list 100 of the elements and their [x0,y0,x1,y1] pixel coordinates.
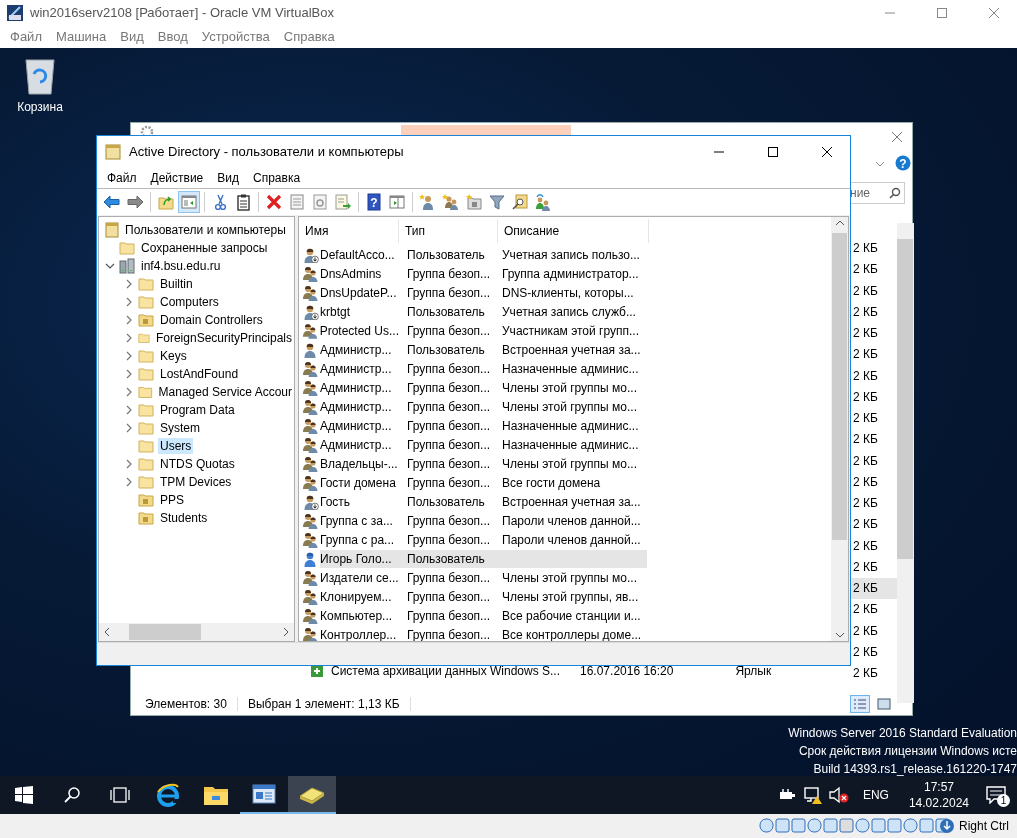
file-size-cell-text: 2 КБ [852,282,879,300]
chevron-right-icon[interactable] [124,477,134,487]
file-size-cell-text: 2 КБ [852,473,879,491]
chevron-right-icon[interactable] [124,369,134,379]
name-cell[interactable]: Группа с ра... [320,531,399,550]
name-cell[interactable]: Компьютер... [320,607,399,626]
large-icons-view-button[interactable] [874,695,894,713]
folder-icon [138,331,150,345]
name-cell[interactable]: Гости домена [320,474,399,493]
name-cell[interactable]: Администр... [320,397,399,416]
tree-button[interactable] [178,191,200,213]
chevron-down-icon[interactable] [105,261,115,271]
tree-item[interactable]: System [158,420,202,436]
column-header[interactable]: Описание [498,219,649,243]
tree-item[interactable]: Сохраненные запросы [139,240,270,256]
menu-item[interactable]: Машина [49,29,115,44]
menu-item[interactable]: Действие [144,170,212,185]
description-cell-text: Группа администратор... [501,265,640,283]
export-button[interactable] [332,191,354,213]
chevron-down-icon[interactable] [875,160,885,168]
network-warning-icon[interactable] [802,786,823,804]
scrollbar[interactable] [831,217,848,641]
description-cell-text: Члены этой группы мо... [501,570,638,588]
search-field[interactable]: ние [849,182,905,204]
chevron-right-icon[interactable] [124,279,134,289]
name-cell[interactable]: Администр... [320,436,399,454]
desktop-icon-label[interactable]: Корзина [17,100,63,114]
file-size-cell-text: 2 КБ [852,452,879,470]
chevron-right-icon[interactable] [124,351,134,361]
chevron-right-icon[interactable] [124,297,134,307]
menu-item[interactable]: Файл [4,29,50,44]
tree-item[interactable]: ForeignSecurityPrincipals [153,330,294,346]
name-cell[interactable]: Владельцы-... [320,455,399,474]
taskbar-app-button[interactable] [288,776,336,814]
name-cell[interactable]: Издатели се... [320,569,399,588]
tree-item[interactable]: Пользователи и компьютеры [123,222,288,238]
language-indicator[interactable]: ENG [854,788,897,802]
menu-item[interactable]: Ввод [151,29,196,44]
description-cell-text: Все гости домена [501,475,602,493]
tree-item[interactable]: Students [158,510,210,526]
tree-item[interactable]: Users [158,438,194,454]
clock-date[interactable]: 14.02.2024 [908,795,969,811]
tree-item[interactable]: Keys [158,348,189,364]
name-cell[interactable]: Администр... [320,340,399,359]
tree-item[interactable]: Builtin [158,276,195,292]
chevron-right-icon[interactable] [124,423,134,433]
tree-item[interactable]: NTDS Quotas [158,456,237,472]
window-title: win2016serv2108 [Работает] - Oracle VM VirtualBox [30,5,335,20]
column-header[interactable]: Тип [399,219,498,243]
ou-folder-icon [138,313,154,327]
ou-folder-icon [138,511,154,525]
device-status-icons-drawing[interactable] [759,817,955,835]
chevron-right-icon[interactable] [124,405,134,415]
tree-item[interactable]: PPS [158,492,186,508]
console-window-icon [252,784,276,804]
notifications-button[interactable]: 1 [981,780,1011,810]
menu-item[interactable]: Устройства [195,29,278,44]
horizontal-scrollbar[interactable] [99,623,294,641]
chevron-right-icon[interactable] [124,387,134,397]
details-view-button[interactable] [850,695,870,713]
file-type-cell: Ярлык [735,664,772,678]
name-cell[interactable]: Контроллер... [320,626,399,641]
name-cell[interactable]: Группа с за... [320,512,399,531]
internet-explorer-icon [155,782,181,808]
menu-item[interactable]: Справка [247,170,309,185]
name-cell[interactable]: DnsUpdateP... [320,283,399,302]
tree-item[interactable]: inf4.bsu.edu.ru [139,258,223,274]
power-icon[interactable] [778,788,797,802]
chevron-right-icon[interactable] [124,315,134,325]
volume-muted-icon[interactable] [828,786,849,804]
tree-item[interactable]: Computers [158,294,221,310]
tree-item[interactable]: Program Data [158,402,237,418]
chevron-right-icon[interactable] [124,459,134,469]
menu-item[interactable]: Вид [114,29,152,44]
name-cell[interactable]: Protected Us... [319,321,399,340]
clock-time[interactable]: 17:57 [923,779,954,795]
tree-item[interactable]: Managed Service Accour [156,384,294,400]
folder-icon [138,349,154,363]
name-cell[interactable]: Клонируем... [320,588,399,607]
column-header[interactable]: Имя [299,219,399,243]
chevron-right-icon[interactable] [124,333,134,343]
tree-item[interactable]: TPM Devices [158,474,234,490]
type-cell-text: Группа безоп... [406,608,492,626]
description-cell-text: Пароли членов данной... [501,532,642,550]
name-cell[interactable]: Игорь Голо... [320,550,399,569]
menu-item[interactable]: Вид [211,170,247,185]
name-cell[interactable]: Администр... [320,416,399,435]
type-cell-text: Группа безоп... [406,513,492,531]
type-cell-text: Группа безоп... [406,265,492,283]
name-cell[interactable]: DnsAdmins [320,264,399,283]
menu-item[interactable]: Справка [277,29,343,44]
close-icon[interactable] [891,131,903,143]
tree-item[interactable]: LostAndFound [158,366,241,382]
name-cell[interactable]: Администр... [320,378,399,397]
name-cell[interactable]: Администр... [320,359,399,378]
tree-item[interactable]: Domain Controllers [158,312,265,328]
menu-item[interactable]: Файл [101,170,145,185]
scrollbar[interactable] [897,223,914,703]
help-icon[interactable]: ? [895,155,911,171]
description-cell-text: Учетная запись пользо... [501,246,641,264]
